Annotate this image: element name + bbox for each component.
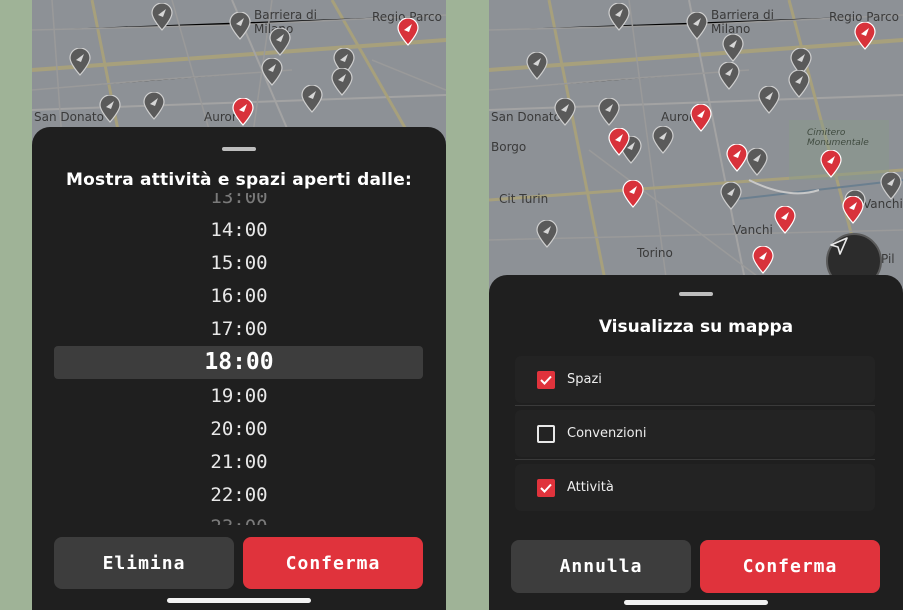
map-label: San Donato [34,110,104,124]
confirm-button[interactable]: Conferma [700,540,880,593]
navigation-arrow-icon [830,237,848,255]
time-option[interactable]: 17:00 [32,317,446,341]
map-pin-icon[interactable] [228,12,252,40]
time-option[interactable]: 13:00 [32,193,446,207]
phone-screen-map-filter: Barriera di Milano Regio Parco San Donat… [489,0,903,610]
option-label: Convenzioni [567,426,647,441]
time-option[interactable]: 16:00 [32,284,446,308]
map-label: Cit Turin [499,192,549,206]
map-label: Cimitero Monumentale [807,128,869,148]
phone-screen-time-filter: Barriera di Milano Regio Parco San Donat… [32,0,446,610]
drag-handle[interactable] [222,147,256,151]
map-pin-icon[interactable] [535,220,559,248]
time-option[interactable]: 19:00 [32,384,446,408]
confirm-button[interactable]: Conferma [243,537,423,589]
map-pin-icon[interactable] [879,172,903,200]
map-pin-icon[interactable] [260,58,284,86]
checkbox-unchecked-icon[interactable] [537,424,555,443]
map-pin-red-icon[interactable] [621,180,645,208]
map-pin-icon[interactable] [651,126,675,154]
map-pin-red-icon[interactable] [607,128,631,156]
map-label: Barriera di [711,8,775,22]
map-pin-icon[interactable] [142,92,166,120]
option-label: Spazi [567,372,602,387]
time-picker-sheet: Mostra attività e spazi aperti dalle: 13… [32,127,446,610]
map-label: San Donato [491,110,561,124]
map-pin-icon[interactable] [719,182,743,210]
map-pin-icon[interactable] [721,34,745,62]
map-pin-icon[interactable] [597,98,621,126]
drag-handle[interactable] [679,292,713,296]
time-option[interactable]: 21:00 [32,450,446,474]
map-label: Torino [637,246,673,260]
map-pin-icon[interactable] [98,95,122,123]
map-pin-red-icon[interactable] [689,104,713,132]
delete-button[interactable]: Elimina [54,537,234,589]
map-pin-red-icon[interactable] [773,206,797,234]
map-label: Borgo [491,140,527,154]
map-filter-sheet: Visualizza su mappa Spazi Convenzioni At… [489,275,903,610]
checkbox-checked-icon[interactable] [537,370,555,389]
map-pin-red-icon[interactable] [841,196,865,224]
map-pin-icon[interactable] [717,62,741,90]
sheet-title: Mostra attività e spazi aperti dalle: [66,170,412,190]
divider [515,405,875,406]
map-pin-icon[interactable] [525,52,549,80]
map-pin-icon[interactable] [150,3,174,31]
option-label: Attività [567,480,614,495]
checkbox-checked-icon[interactable] [537,478,555,497]
divider [515,459,875,460]
time-option[interactable]: 23:00 [32,515,446,525]
map-pin-icon[interactable] [553,98,577,126]
time-option[interactable]: 20:00 [32,417,446,441]
map-pin-red-icon[interactable] [751,246,775,274]
map-view[interactable]: Barriera di Milano Regio Parco San Donat… [489,0,903,300]
time-option-selected[interactable]: 18:00 [32,350,446,374]
map-pin-red-icon[interactable] [231,98,255,126]
filter-option-spazi[interactable]: Spazi [515,356,875,403]
time-option[interactable]: 22:00 [32,483,446,507]
time-option[interactable]: 14:00 [32,218,446,242]
sheet-title: Visualizza su mappa [598,317,794,337]
map-pin-icon[interactable] [330,68,354,96]
time-option[interactable]: 15:00 [32,251,446,275]
map-label: Barriera di [254,8,318,22]
filter-option-convenzioni[interactable]: Convenzioni [515,410,875,457]
map-pin-icon[interactable] [300,85,324,113]
map-pin-icon[interactable] [685,12,709,40]
filter-option-attivita[interactable]: Attività [515,464,875,511]
map-pin-icon[interactable] [607,3,631,31]
map-pin-icon[interactable] [787,70,811,98]
map-pin-red-icon[interactable] [725,144,749,172]
home-indicator [624,600,768,605]
map-pin-red-icon[interactable] [853,22,877,50]
map-pin-icon[interactable] [268,28,292,56]
map-pin-icon[interactable] [68,48,92,76]
map-pin-red-icon[interactable] [396,18,420,46]
map-pin-icon[interactable] [757,86,781,114]
home-indicator [167,598,311,603]
map-label: Pil [881,252,895,266]
map-pin-red-icon[interactable] [819,150,843,178]
cancel-button[interactable]: Annulla [511,540,691,593]
map-label: Vanchi [733,223,773,237]
